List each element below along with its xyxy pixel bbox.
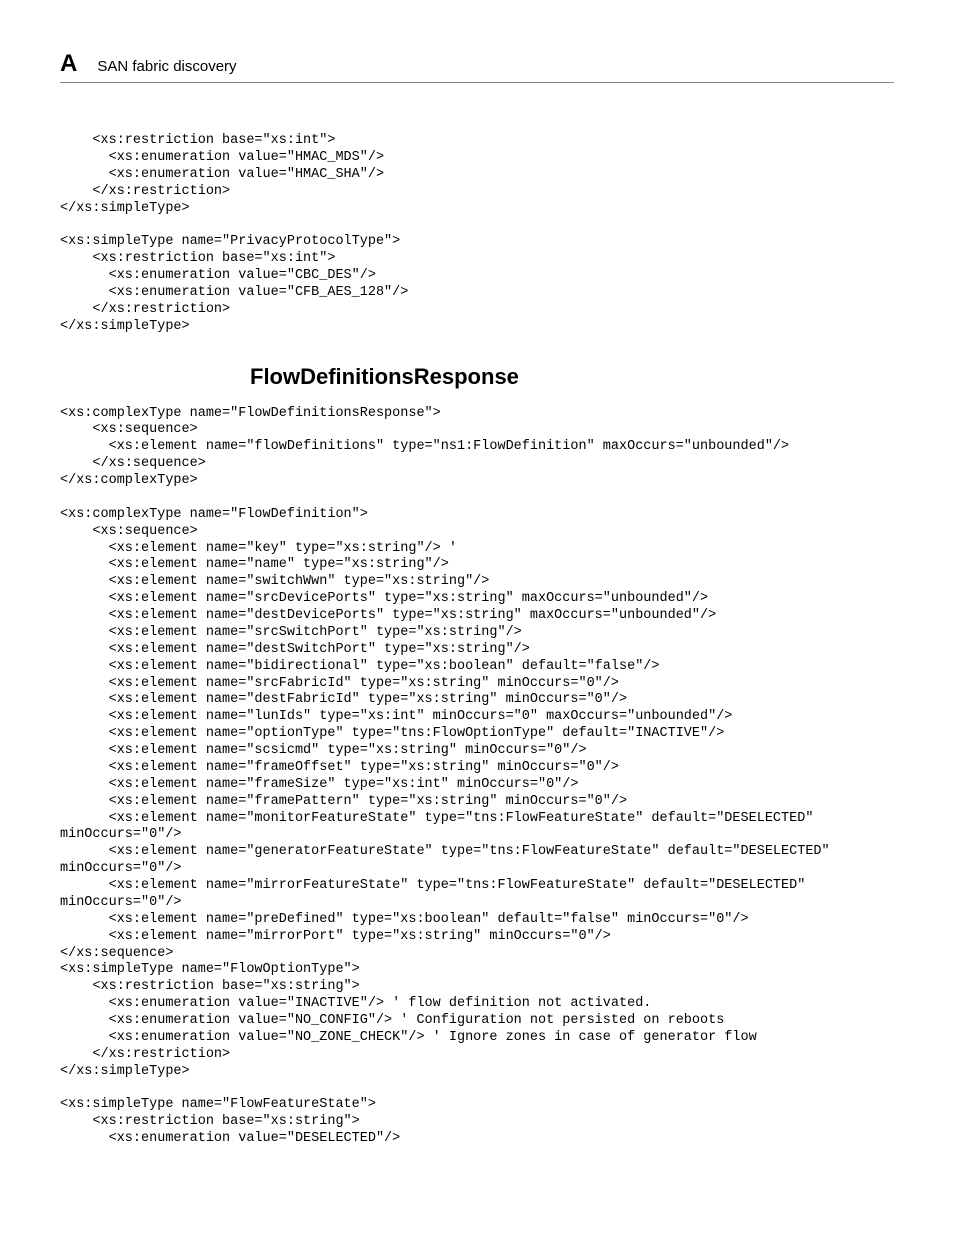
- appendix-letter: A: [60, 50, 77, 78]
- page-header: A SAN fabric discovery: [60, 50, 894, 83]
- code-block-2: <xs:complexType name="FlowDefinitionsRes…: [60, 406, 894, 1149]
- section-heading: FlowDefinitionsResponse: [250, 364, 894, 390]
- code-block-1: <xs:restriction base="xs:int"> <xs:enume…: [60, 133, 894, 336]
- page-title: SAN fabric discovery: [97, 58, 236, 75]
